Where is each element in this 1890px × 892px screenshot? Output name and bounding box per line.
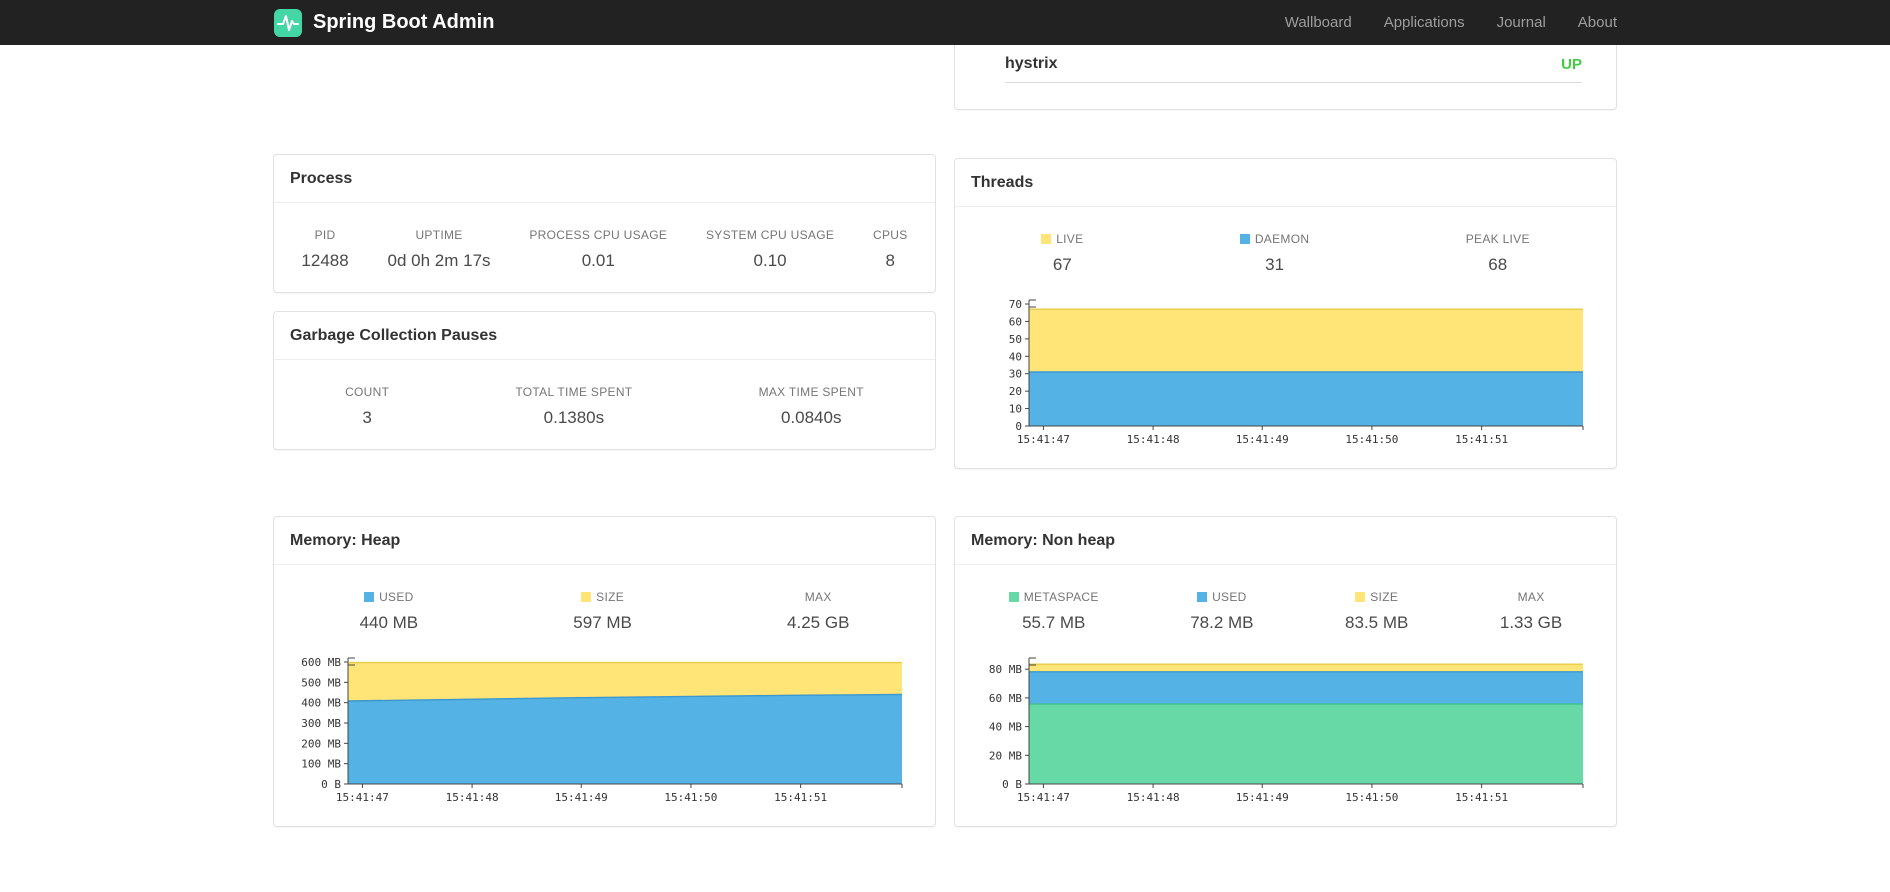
heap-chart: 0 B 100 MB 200 MB 300 MB 400 MB 500 MB 600 MB 1… [301, 656, 903, 804]
svg-text:40: 40 [1009, 350, 1022, 363]
stat-nonheap-size: SIZE 83.5 MB [1345, 590, 1409, 632]
stat-heap-max: MAX 4.25 GB [787, 590, 850, 632]
svg-text:15:41:48: 15:41:48 [1127, 791, 1180, 804]
nonheap-used-legend-swatch [1197, 592, 1208, 602]
svg-text:15:41:47: 15:41:47 [1017, 433, 1070, 446]
page-content: Process PID 12488 UPTIME 0d 0h 2m 17s PR… [273, 45, 1617, 827]
stat-heap-used: USED 440 MB [359, 590, 419, 632]
brand-title: Spring Boot Admin [313, 11, 495, 33]
nonheap-size-legend-swatch [1355, 592, 1366, 602]
svg-text:15:41:50: 15:41:50 [664, 791, 717, 804]
svg-text:500 MB: 500 MB [301, 676, 341, 689]
stat-process-cpu: PROCESS CPU USAGE 0.01 [529, 228, 668, 270]
stat-gc-total: TOTAL TIME SPENT 0.1380s [515, 385, 633, 427]
svg-text:0 B: 0 B [1002, 778, 1022, 791]
stat-heap-size: SIZE 597 MB [573, 590, 632, 632]
svg-text:200 MB: 200 MB [301, 737, 341, 750]
status-badge: UP [1561, 55, 1582, 73]
navbar-menu: Wallboard Applications Journal About [1285, 14, 1617, 31]
memory-nonheap-title: Memory: Non heap [955, 517, 1616, 565]
svg-text:15:41:50: 15:41:50 [1345, 433, 1398, 446]
navbar: Spring Boot Admin Wallboard Applications… [0, 0, 1890, 45]
nav-wallboard[interactable]: Wallboard [1285, 14, 1352, 31]
svg-text:15:41:49: 15:41:49 [555, 791, 608, 804]
svg-text:15:41:51: 15:41:51 [1455, 433, 1508, 446]
svg-text:60 MB: 60 MB [989, 692, 1022, 705]
nonheap-stats: METASPACE 55.7 MB USED 78.2 MB SIZE 83.5… [955, 565, 1616, 654]
svg-text:15:41:51: 15:41:51 [774, 791, 827, 804]
stat-uptime: UPTIME 0d 0h 2m 17s [387, 228, 491, 270]
heap-stats: USED 440 MB SIZE 597 MB MAX 4.25 GB [274, 565, 935, 654]
threads-card-title: Threads [955, 159, 1616, 207]
svg-text:0: 0 [1015, 420, 1022, 433]
gc-card-title: Garbage Collection Pauses [274, 312, 935, 360]
svg-text:20: 20 [1009, 385, 1022, 398]
threads-card: Threads LIVE 67 DAEMON 31 PEAK LIVE 68 0… [954, 158, 1617, 469]
nav-applications[interactable]: Applications [1384, 14, 1465, 31]
svg-text:20 MB: 20 MB [989, 749, 1022, 762]
gc-stats: COUNT 3 TOTAL TIME SPENT 0.1380s MAX TIM… [274, 360, 935, 449]
svg-text:15:41:48: 15:41:48 [446, 791, 499, 804]
stat-system-cpu: SYSTEM CPU USAGE 0.10 [706, 228, 835, 270]
memory-heap-title: Memory: Heap [274, 517, 935, 565]
svg-text:70: 70 [1009, 298, 1022, 311]
svg-text:30: 30 [1009, 368, 1022, 381]
svg-text:600 MB: 600 MB [301, 656, 341, 669]
threads-stats: LIVE 67 DAEMON 31 PEAK LIVE 68 [955, 207, 1616, 296]
process-card: Process PID 12488 UPTIME 0d 0h 2m 17s PR… [273, 154, 936, 293]
application-name-link[interactable]: hystrix [1005, 55, 1057, 73]
process-card-title: Process [274, 155, 935, 203]
stat-pid: PID 12488 [301, 228, 349, 270]
svg-text:15:41:49: 15:41:49 [1236, 791, 1289, 804]
stat-peak-live: PEAK LIVE 68 [1465, 232, 1530, 274]
nonheap-chart: 0 B 20 MB 40 MB 60 MB 80 MB 15:41:47 15:41:48 1… [989, 657, 1584, 804]
svg-text:50: 50 [1009, 333, 1022, 346]
stat-live: LIVE 67 [1041, 232, 1083, 275]
svg-text:400 MB: 400 MB [301, 697, 341, 710]
svg-text:0 B: 0 B [321, 778, 341, 791]
threads-chart-wrap: 0 10 20 30 40 50 60 70 15:41:47 15:41:48 15:41:49 1… [955, 296, 1616, 468]
svg-text:60: 60 [1009, 315, 1022, 328]
brand-link[interactable]: Spring Boot Admin [273, 8, 494, 38]
svg-text:80 MB: 80 MB [989, 663, 1022, 676]
svg-text:100 MB: 100 MB [301, 758, 341, 771]
process-stats: PID 12488 UPTIME 0d 0h 2m 17s PROCESS CP… [274, 203, 935, 292]
svg-text:15:41:48: 15:41:48 [1127, 433, 1180, 446]
stat-gc-count: COUNT 3 [345, 385, 390, 427]
svg-text:15:41:47: 15:41:47 [336, 791, 389, 804]
stat-gc-max: MAX TIME SPENT 0.0840s [758, 385, 864, 427]
live-legend-swatch [1041, 234, 1052, 244]
nav-about[interactable]: About [1578, 14, 1617, 31]
memory-heap-card: Memory: Heap USED 440 MB SIZE 597 MB MAX… [273, 516, 936, 827]
svg-text:10: 10 [1009, 403, 1022, 416]
nonheap-chart-wrap: 0 B 20 MB 40 MB 60 MB 80 MB 15:41:47 15:41:48 1… [955, 654, 1616, 826]
heap-used-legend-swatch [364, 592, 375, 602]
stat-cpus: CPUS 8 [873, 228, 908, 270]
svg-text:15:41:47: 15:41:47 [1017, 791, 1070, 804]
heap-chart-wrap: 0 B 100 MB 200 MB 300 MB 400 MB 500 MB 600 MB 1… [274, 654, 935, 826]
svg-text:40 MB: 40 MB [989, 721, 1022, 734]
gc-card: Garbage Collection Pauses COUNT 3 TOTAL … [273, 311, 936, 450]
threads-chart: 0 10 20 30 40 50 60 70 15:41:47 15:41:48 15:41:49 1… [1009, 298, 1584, 446]
stat-nonheap-used: USED 78.2 MB [1190, 590, 1254, 632]
stat-nonheap-max: MAX 1.33 GB [1499, 590, 1563, 632]
svg-text:15:41:51: 15:41:51 [1455, 791, 1508, 804]
application-row-hystrix[interactable]: hystrix UP [955, 45, 1616, 82]
svg-text:15:41:50: 15:41:50 [1345, 791, 1398, 804]
stat-daemon: DAEMON 31 [1239, 232, 1309, 275]
heap-size-legend-swatch [581, 592, 592, 602]
right-column: hystrix UP Threads LIVE 67 DAEMON 31 PEA… [954, 45, 1617, 469]
svg-text:300 MB: 300 MB [301, 717, 341, 730]
left-column: Process PID 12488 UPTIME 0d 0h 2m 17s PR… [273, 45, 936, 450]
brand-pulse-icon [274, 8, 302, 37]
memory-nonheap-card: Memory: Non heap METASPACE 55.7 MB USED … [954, 516, 1617, 827]
daemon-legend-swatch [1239, 234, 1250, 244]
applications-list-card: hystrix UP [954, 45, 1617, 110]
stat-metaspace: METASPACE 55.7 MB [1008, 590, 1099, 633]
svg-text:15:41:49: 15:41:49 [1236, 433, 1289, 446]
nav-journal[interactable]: Journal [1497, 14, 1546, 31]
metaspace-legend-swatch [1008, 592, 1019, 602]
